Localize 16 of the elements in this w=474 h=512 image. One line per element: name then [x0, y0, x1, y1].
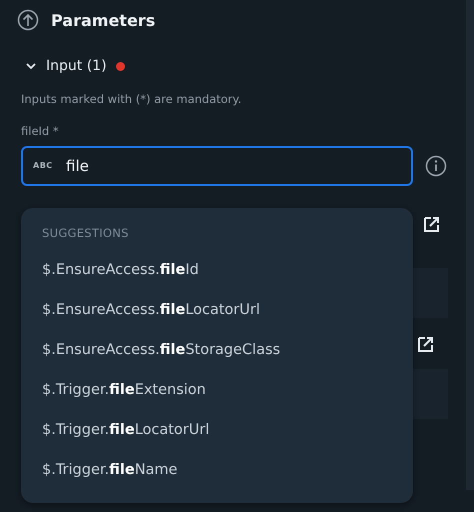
hint-text: Inputs marked with (*) are mandatory. — [21, 92, 242, 106]
external-link-icon[interactable] — [423, 216, 440, 233]
external-link-icon[interactable] — [417, 336, 434, 353]
input-group-toggle[interactable]: Input (1) — [25, 58, 125, 74]
suggestions-heading: SUGGESTIONS — [42, 226, 130, 240]
suggestion-item[interactable]: $.Trigger.fileLocatorUrl — [42, 410, 210, 450]
info-icon[interactable] — [425, 155, 447, 177]
suggestion-item[interactable]: $.Trigger.fileExtension — [42, 370, 206, 410]
type-label: ABC — [33, 161, 53, 171]
suggestion-item[interactable]: $.EnsureAccess.fileStorageClass — [42, 330, 280, 370]
suggestion-item[interactable]: $.EnsureAccess.fileLocatorUrl — [42, 290, 260, 330]
upload-icon — [17, 9, 39, 31]
section-title: Parameters — [51, 10, 156, 30]
suggestion-item[interactable]: $.Trigger.fileName — [42, 450, 178, 490]
suggestion-item[interactable]: $.EnsureAccess.fileId — [42, 250, 199, 290]
field-label: fileId * — [21, 124, 60, 138]
